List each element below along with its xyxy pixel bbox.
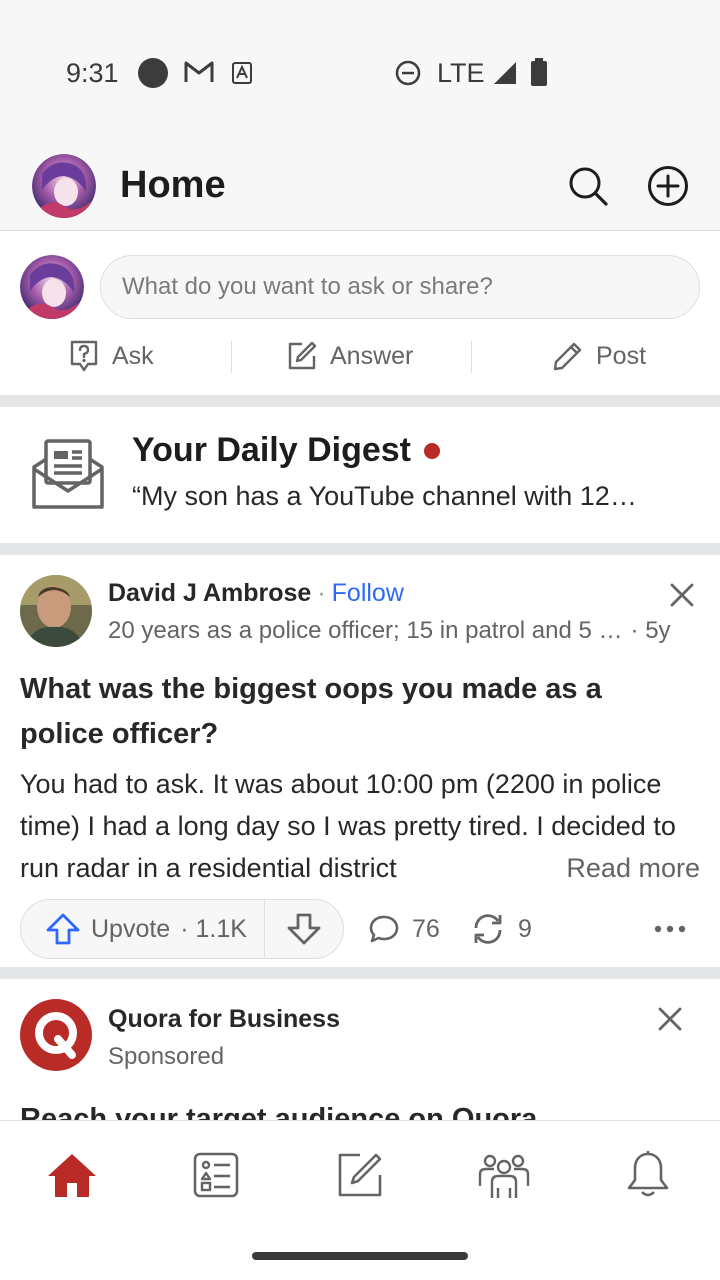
bell-icon xyxy=(627,1151,669,1197)
digest-snippet: “My son has a YouTube channel with 12… xyxy=(132,481,637,511)
share-button[interactable]: 9 xyxy=(470,909,532,949)
ask-share-input[interactable] xyxy=(100,255,700,319)
digest-envelope-icon xyxy=(32,439,104,509)
sponsor-name[interactable]: Quora for Business xyxy=(108,1005,340,1034)
feed-separator xyxy=(0,543,720,555)
feed-separator xyxy=(0,395,720,407)
status-time: 9:31 xyxy=(66,58,119,88)
read-more-link[interactable]: Read more xyxy=(566,853,700,883)
author-avatar[interactable] xyxy=(20,575,92,647)
vote-group: Upvote · 1.1K xyxy=(20,899,344,959)
nav-notifications[interactable] xyxy=(618,1145,678,1205)
dismiss-button[interactable] xyxy=(664,577,700,613)
more-dots-icon xyxy=(654,925,686,933)
composer-avatar xyxy=(20,255,84,319)
gmail-icon xyxy=(184,61,214,82)
add-circle-icon xyxy=(648,166,688,206)
feed-separator xyxy=(0,967,720,979)
ask-share-composer: Ask Answer Post xyxy=(0,231,720,395)
comments-count: 76 xyxy=(412,914,440,943)
status-bar: 9:31 LTE xyxy=(0,0,720,140)
sponsored-card: Quora for Business Sponsored Reach your … xyxy=(0,979,720,1120)
separator: · xyxy=(317,579,326,607)
upvote-button[interactable]: Upvote · 1.1K xyxy=(21,900,265,958)
pencil-icon xyxy=(553,342,582,371)
upvote-label: Upvote xyxy=(91,914,171,943)
answer-label: Answer xyxy=(330,341,414,370)
dismiss-ad-button[interactable] xyxy=(652,1001,688,1037)
ask-icon xyxy=(70,340,98,372)
answer-icon xyxy=(288,341,317,370)
author-line: David J Ambrose · Follow xyxy=(108,579,404,608)
profile-avatar[interactable] xyxy=(32,154,96,218)
read-more-wrap: Read more xyxy=(486,847,700,889)
notification-dot-icon xyxy=(138,58,168,88)
answer-icon xyxy=(338,1153,382,1197)
ask-button[interactable]: Ask xyxy=(68,331,154,381)
network-type: LTE xyxy=(437,58,485,88)
following-icon xyxy=(193,1152,239,1198)
divider xyxy=(231,341,232,373)
more-options-button[interactable] xyxy=(650,911,690,947)
author-credential: 20 years as a police officer; 15 in patr… xyxy=(108,617,623,644)
downvote-arrow-icon xyxy=(287,913,321,945)
daily-digest-card[interactable]: Your Daily Digest “My son has a YouTube … xyxy=(0,407,720,543)
comment-icon xyxy=(369,915,399,943)
nav-answer[interactable] xyxy=(330,1145,390,1205)
add-button[interactable] xyxy=(646,164,690,208)
nav-spaces[interactable] xyxy=(474,1145,534,1205)
home-gesture-bar[interactable] xyxy=(252,1252,468,1260)
sponsored-label: Sponsored xyxy=(108,1043,225,1070)
close-icon xyxy=(658,1007,682,1031)
search-button[interactable] xyxy=(566,164,610,208)
page-title: Home xyxy=(120,164,226,206)
bottom-navigation xyxy=(0,1120,720,1230)
battery-icon xyxy=(531,58,547,86)
follow-button[interactable]: Follow xyxy=(332,579,404,608)
nav-home[interactable] xyxy=(42,1145,102,1205)
downvote-button[interactable] xyxy=(265,900,343,958)
font-a-icon xyxy=(232,62,252,84)
do-not-disturb-icon xyxy=(395,60,421,86)
upvote-count: · 1.1K xyxy=(180,914,247,943)
answer-card: David J Ambrose · Follow 20 years as a p… xyxy=(0,555,720,967)
unread-dot xyxy=(424,443,440,459)
comments-button[interactable]: 76 xyxy=(368,909,440,949)
post-label: Post xyxy=(596,341,647,370)
author-name[interactable]: David J Ambrose xyxy=(108,579,311,608)
quora-business-logo[interactable] xyxy=(20,999,92,1071)
app-header: Home xyxy=(0,140,720,231)
home-icon xyxy=(48,1154,96,1197)
nav-following[interactable] xyxy=(186,1145,246,1205)
credential-line: 20 years as a police officer; 15 in patr… xyxy=(108,617,702,645)
quora-logo-icon xyxy=(35,1012,77,1059)
ask-label: Ask xyxy=(112,341,154,370)
shares-count: 9 xyxy=(518,914,532,943)
close-icon xyxy=(670,583,694,607)
signal-icon xyxy=(494,62,516,84)
question-title[interactable]: What was the biggest oops you made as a … xyxy=(20,667,680,757)
answer-age: · 5y xyxy=(630,617,671,644)
composer-actions: Ask Answer Post xyxy=(0,331,720,381)
ad-headline[interactable]: Reach your target audience on Quora xyxy=(20,1103,537,1120)
upvote-arrow-icon xyxy=(46,913,80,945)
spaces-icon xyxy=(478,1154,530,1198)
divider xyxy=(471,341,472,373)
gesture-area xyxy=(0,1230,720,1280)
answer-button[interactable]: Answer xyxy=(286,331,413,381)
digest-title: Your Daily Digest xyxy=(132,431,411,469)
search-icon xyxy=(569,167,608,206)
post-button[interactable]: Post xyxy=(552,331,646,381)
share-cycle-icon xyxy=(474,914,502,944)
